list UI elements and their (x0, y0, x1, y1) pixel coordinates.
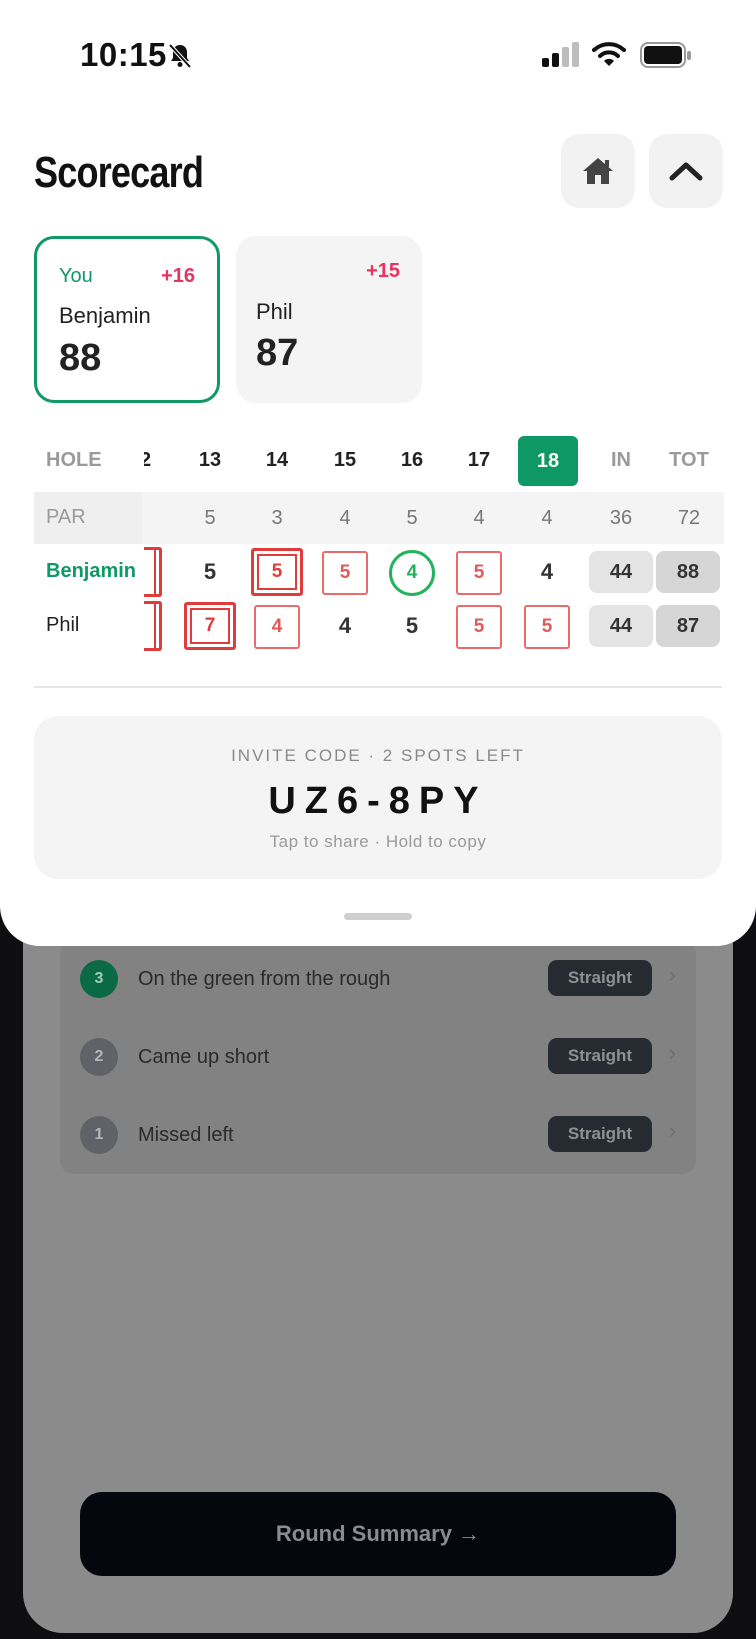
score-cell-bogey: 5 (456, 551, 502, 595)
scorecard-sheet: 10:15 Scorecard You +16 Benjamin 88 +15 … (0, 0, 756, 946)
shot-description: Missed left (138, 1123, 234, 1146)
shot-list: 3 On the green from the rough Straight ›… (60, 940, 696, 1174)
hole-number: 15 (333, 448, 357, 471)
chevron-up-icon (669, 162, 703, 181)
in-header: IN (611, 448, 631, 471)
in-score: 44 (589, 605, 653, 647)
par-in: 36 (609, 506, 633, 529)
par-cell: 5 (406, 506, 418, 529)
sheet-grabber[interactable] (344, 913, 412, 920)
hole-number: 16 (400, 448, 424, 471)
score-to-par: +16 (161, 265, 195, 287)
invite-code-card[interactable]: INVITE CODE · 2 SPOTS LEFT UZ6-8PY Tap t… (34, 716, 722, 879)
par-cell: 3 (271, 506, 283, 529)
score-cell-bogey: 5 (322, 551, 368, 595)
hole-header: HOLE (46, 448, 102, 471)
hole-number-partial: 2 (144, 448, 152, 471)
total-header: TOT (669, 448, 709, 471)
shot-number: 3 (80, 960, 118, 998)
round-summary-button[interactable]: Round Summary → (80, 1492, 676, 1576)
total-score: 88 (656, 551, 720, 593)
in-score: 44 (589, 551, 653, 593)
page-title: Scorecard (34, 148, 204, 197)
score-cell: 4 (338, 613, 352, 638)
par-total: 72 (677, 506, 701, 529)
bell-slash-icon (168, 43, 192, 69)
battery-icon (640, 42, 691, 68)
score-cell-bogey: 5 (456, 605, 502, 649)
shot-direction-pill[interactable]: Straight (548, 1116, 652, 1152)
shot-description: Came up short (138, 1045, 270, 1068)
par-cell: 5 (204, 506, 216, 529)
status-time: 10:15 (80, 36, 167, 73)
collapse-button[interactable] (649, 134, 723, 208)
par-cell: 4 (339, 506, 351, 529)
shot-direction-pill[interactable]: Straight (548, 960, 652, 996)
player-card-you[interactable]: You +16 Benjamin 88 (34, 236, 220, 403)
row-player-name: Benjamin (46, 560, 137, 582)
shot-row[interactable]: 2 Came up short Straight › (60, 1018, 696, 1096)
score-cell-bogey: 4 (254, 605, 300, 649)
wifi-icon (592, 42, 626, 66)
current-hole[interactable]: 18 (518, 436, 578, 486)
par-cell: 4 (541, 506, 553, 529)
player-name: Phil (256, 299, 293, 324)
invite-hint: Tap to share · Hold to copy (269, 832, 487, 851)
row-player-name: Phil (46, 614, 80, 636)
hole-number: 13 (198, 448, 222, 471)
shot-row[interactable]: 3 On the green from the rough Straight › (60, 940, 696, 1018)
home-icon (583, 158, 613, 184)
score-cell: 5 (203, 559, 217, 584)
shot-number: 2 (80, 1038, 118, 1076)
score-cell-double-bogey: 7 (184, 602, 236, 650)
shot-number: 1 (80, 1116, 118, 1154)
you-label: You (59, 265, 93, 287)
score-cell: 4 (540, 559, 554, 584)
score-cell-partial (144, 601, 162, 651)
player-name: Benjamin (59, 303, 151, 328)
player-score: 87 (256, 332, 299, 374)
score-cell-birdie: 4 (389, 550, 435, 596)
player-score: 88 (59, 337, 102, 379)
hole-number: 17 (467, 448, 491, 471)
par-cell: 4 (473, 506, 485, 529)
divider (34, 686, 722, 688)
chevron-right-icon: › (668, 1040, 676, 1065)
score-cell-double-bogey: 5 (251, 548, 303, 596)
home-button[interactable] (561, 134, 635, 208)
score-to-par: +15 (366, 260, 400, 282)
shot-row[interactable]: 1 Missed left Straight › (60, 1096, 696, 1174)
player-card-phil[interactable]: +15 Phil 87 (236, 236, 422, 403)
par-label: PAR (46, 506, 86, 528)
total-score: 87 (656, 605, 720, 647)
chevron-right-icon: › (668, 962, 676, 987)
invite-code: UZ6-8PY (268, 780, 488, 822)
chevron-right-icon: › (668, 1118, 676, 1143)
cellular-signal-icon (542, 42, 579, 67)
score-cell-bogey: 5 (524, 605, 570, 649)
shot-direction-pill[interactable]: Straight (548, 1038, 652, 1074)
hole-number: 14 (265, 448, 289, 471)
shot-description: On the green from the rough (138, 967, 391, 990)
score-cell: 5 (405, 613, 419, 638)
invite-label: INVITE CODE · 2 SPOTS LEFT (231, 746, 525, 765)
score-cell-partial (144, 547, 162, 597)
